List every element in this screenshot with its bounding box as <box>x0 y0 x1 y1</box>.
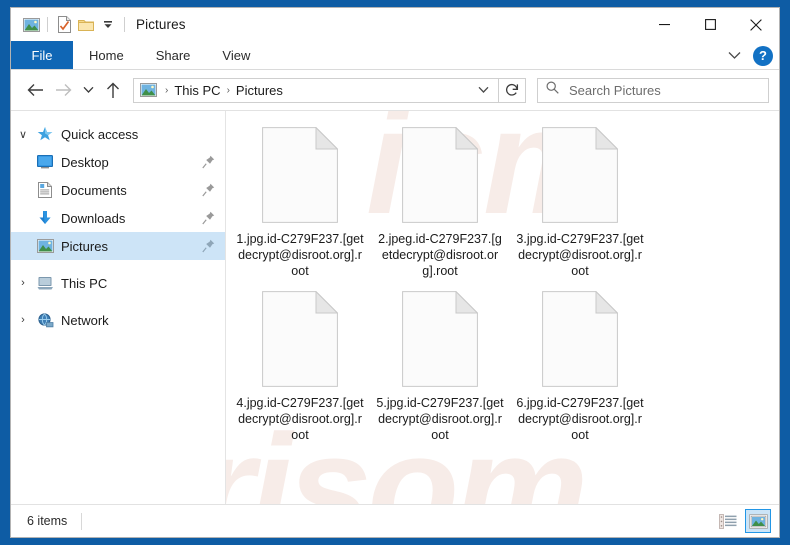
breadcrumb-item-pictures[interactable]: Pictures <box>233 83 286 98</box>
file-grid: 1.jpg.id-C279F237.[getdecrypt@disroot.or… <box>226 111 779 449</box>
chevron-right-icon[interactable]: › <box>11 314 35 326</box>
sidebar-item-label: Documents <box>61 182 127 198</box>
file-name: 1.jpg.id-C279F237.[getdecrypt@disroot.or… <box>236 232 364 278</box>
file-item[interactable]: 4.jpg.id-C279F237.[getdecrypt@disroot.or… <box>230 285 370 449</box>
tab-file[interactable]: File <box>11 41 73 69</box>
up-button[interactable] <box>99 76 127 104</box>
file-item[interactable]: 2.jpeg.id-C279F237.[getdecrypt@disroot.o… <box>370 121 510 285</box>
close-button[interactable] <box>733 8 779 41</box>
breadcrumb-separator[interactable]: › <box>224 85 233 96</box>
star-icon <box>35 125 55 143</box>
file-item[interactable]: 6.jpg.id-C279F237.[getdecrypt@disroot.or… <box>510 285 650 449</box>
blank-document-icon <box>536 289 624 389</box>
file-name: 5.jpg.id-C279F237.[getdecrypt@disroot.or… <box>376 396 504 442</box>
pin-icon[interactable] <box>201 210 215 226</box>
file-item[interactable]: 5.jpg.id-C279F237.[getdecrypt@disroot.or… <box>370 285 510 449</box>
downloads-icon <box>35 209 55 227</box>
breadcrumb-separator[interactable]: › <box>162 85 171 96</box>
file-name: 3.jpg.id-C279F237.[getdecrypt@disroot.or… <box>516 232 644 278</box>
chevron-down-icon[interactable]: ∨ <box>11 128 35 141</box>
tab-home[interactable]: Home <box>73 41 140 69</box>
search-placeholder: Search Pictures <box>569 82 661 98</box>
search-input[interactable]: Search Pictures <box>537 77 769 103</box>
tab-share[interactable]: Share <box>140 41 207 69</box>
qat-separator-1 <box>47 17 48 32</box>
pin-icon[interactable] <box>201 238 215 254</box>
file-list-pane[interactable]: ism risom 1.jpg.id-C279F237.[getdecrypt@… <box>226 111 779 504</box>
blank-document-icon <box>256 289 344 389</box>
title-bar: Pictures <box>11 8 779 41</box>
tab-view[interactable]: View <box>206 41 266 69</box>
recent-locations-button[interactable] <box>77 76 99 104</box>
file-explorer-window: Pictures File Home Share View ? › This P… <box>10 7 780 538</box>
sidebar-item-this-pc[interactable]: › This PC <box>11 269 225 297</box>
window-title: Pictures <box>136 17 186 32</box>
explorer-body: ∨ Quick access Desktop Documents Downloa… <box>11 110 779 504</box>
sidebar-item-label: Network <box>61 312 109 328</box>
ribbon-right-controls: ? <box>723 41 773 70</box>
sidebar-item-label: Quick access <box>61 126 139 142</box>
breadcrumb-item-this-pc[interactable]: This PC <box>171 83 223 98</box>
quick-access-toolbar: Pictures <box>11 14 186 36</box>
back-button[interactable] <box>21 76 49 104</box>
customize-qat-icon[interactable] <box>97 14 119 36</box>
ribbon-tab-bar: File Home Share View ? <box>11 41 779 70</box>
large-icons-view-button[interactable] <box>745 509 771 533</box>
search-icon <box>546 81 559 99</box>
sidebar-item-desktop[interactable]: Desktop <box>11 148 225 176</box>
sidebar-item-label: Downloads <box>61 210 126 226</box>
this-pc-icon <box>35 274 55 292</box>
file-name: 2.jpeg.id-C279F237.[getdecrypt@disroot.o… <box>378 232 502 278</box>
help-icon[interactable]: ? <box>753 45 773 66</box>
breadcrumb[interactable]: › This PC › Pictures <box>133 77 499 103</box>
details-view-button[interactable] <box>715 509 741 533</box>
file-item[interactable]: 1.jpg.id-C279F237.[getdecrypt@disroot.or… <box>230 121 370 285</box>
sidebar-item-label: Desktop <box>61 154 109 170</box>
sidebar-item-label: This PC <box>61 275 108 291</box>
sidebar-item-pictures[interactable]: Pictures <box>11 232 225 260</box>
window-controls <box>641 8 779 41</box>
item-count-label: 6 items <box>27 514 68 528</box>
blank-document-icon <box>536 125 624 225</box>
properties-icon[interactable] <box>53 14 75 36</box>
chevron-down-icon[interactable] <box>723 45 745 67</box>
pictures-library-icon[interactable] <box>20 14 42 36</box>
desktop-icon <box>35 153 55 171</box>
sidebar-item-network[interactable]: › Network <box>11 306 225 334</box>
sidebar-item-downloads[interactable]: Downloads <box>11 204 225 232</box>
network-icon <box>35 311 55 329</box>
pictures-icon <box>35 237 55 255</box>
new-folder-icon[interactable] <box>75 14 97 36</box>
blank-document-icon <box>396 289 484 389</box>
documents-icon <box>35 181 55 199</box>
breadcrumb-dropdown-icon[interactable] <box>472 79 494 102</box>
sidebar-item-label: Pictures <box>61 238 108 254</box>
blank-document-icon <box>396 125 484 225</box>
maximize-button[interactable] <box>687 8 733 41</box>
forward-button[interactable] <box>49 76 77 104</box>
status-separator <box>81 512 83 530</box>
file-item[interactable]: 3.jpg.id-C279F237.[getdecrypt@disroot.or… <box>510 121 650 285</box>
chevron-right-icon[interactable]: › <box>11 277 35 289</box>
file-name: 4.jpg.id-C279F237.[getdecrypt@disroot.or… <box>236 396 364 442</box>
view-mode-buttons <box>715 509 771 533</box>
sidebar-item-quick-access[interactable]: ∨ Quick access <box>11 120 225 148</box>
pictures-library-icon <box>140 82 157 98</box>
minimize-button[interactable] <box>641 8 687 41</box>
navigation-pane: ∨ Quick access Desktop Documents Downloa… <box>11 111 226 504</box>
refresh-button[interactable] <box>499 77 526 103</box>
status-bar: 6 items <box>11 504 779 537</box>
pin-icon[interactable] <box>201 182 215 198</box>
sidebar-item-documents[interactable]: Documents <box>11 176 225 204</box>
blank-document-icon <box>256 125 344 225</box>
address-bar: › This PC › Pictures Search Pictures <box>11 70 779 110</box>
qat-separator-2 <box>124 17 125 32</box>
pin-icon[interactable] <box>201 154 215 170</box>
file-name: 6.jpg.id-C279F237.[getdecrypt@disroot.or… <box>516 396 644 442</box>
